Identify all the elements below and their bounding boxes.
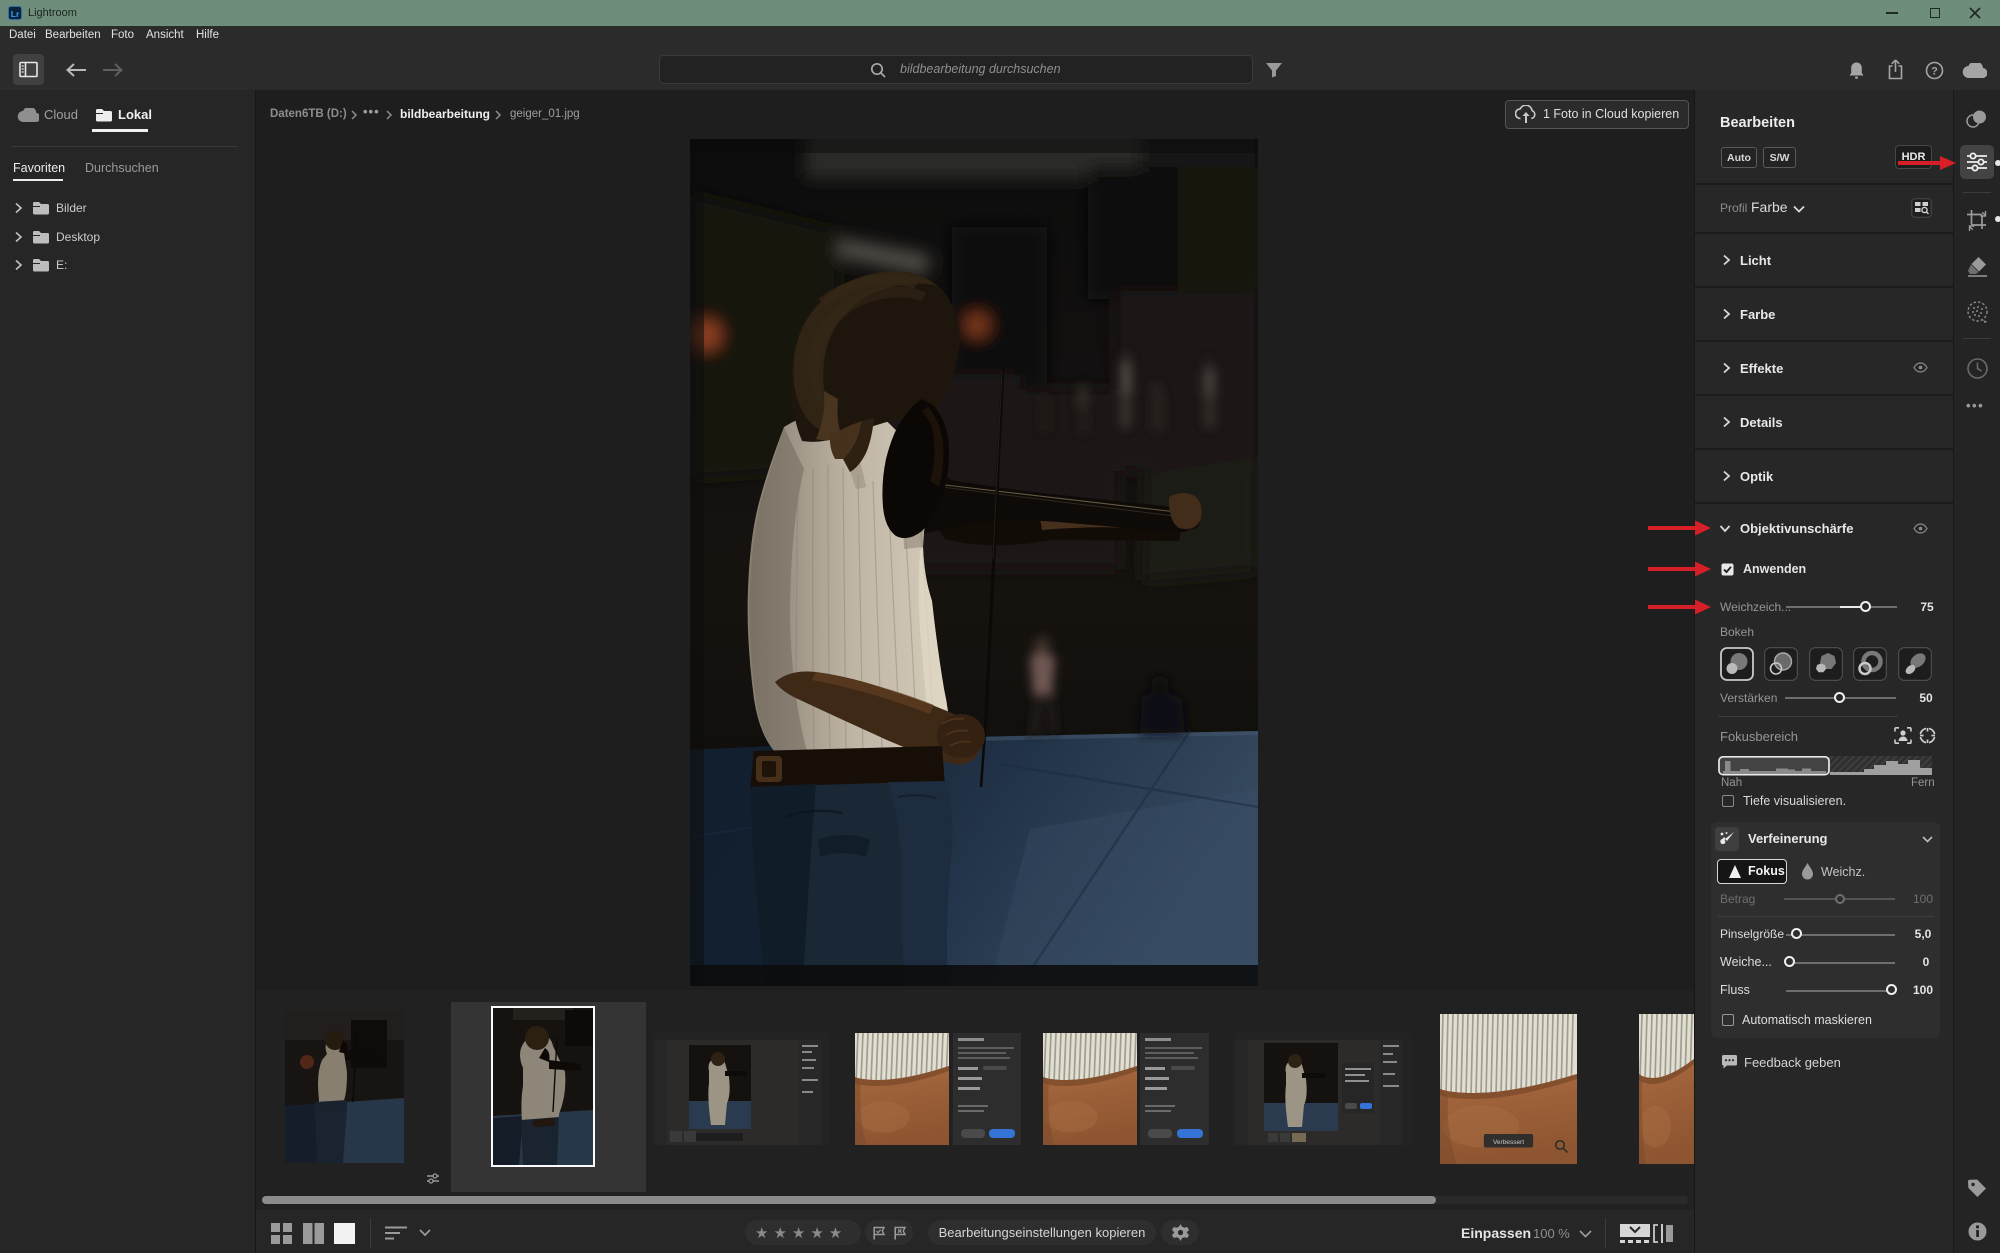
svg-text:?: ? (1931, 65, 1938, 77)
svg-text:Verbessert: Verbessert (1493, 1139, 1524, 1146)
